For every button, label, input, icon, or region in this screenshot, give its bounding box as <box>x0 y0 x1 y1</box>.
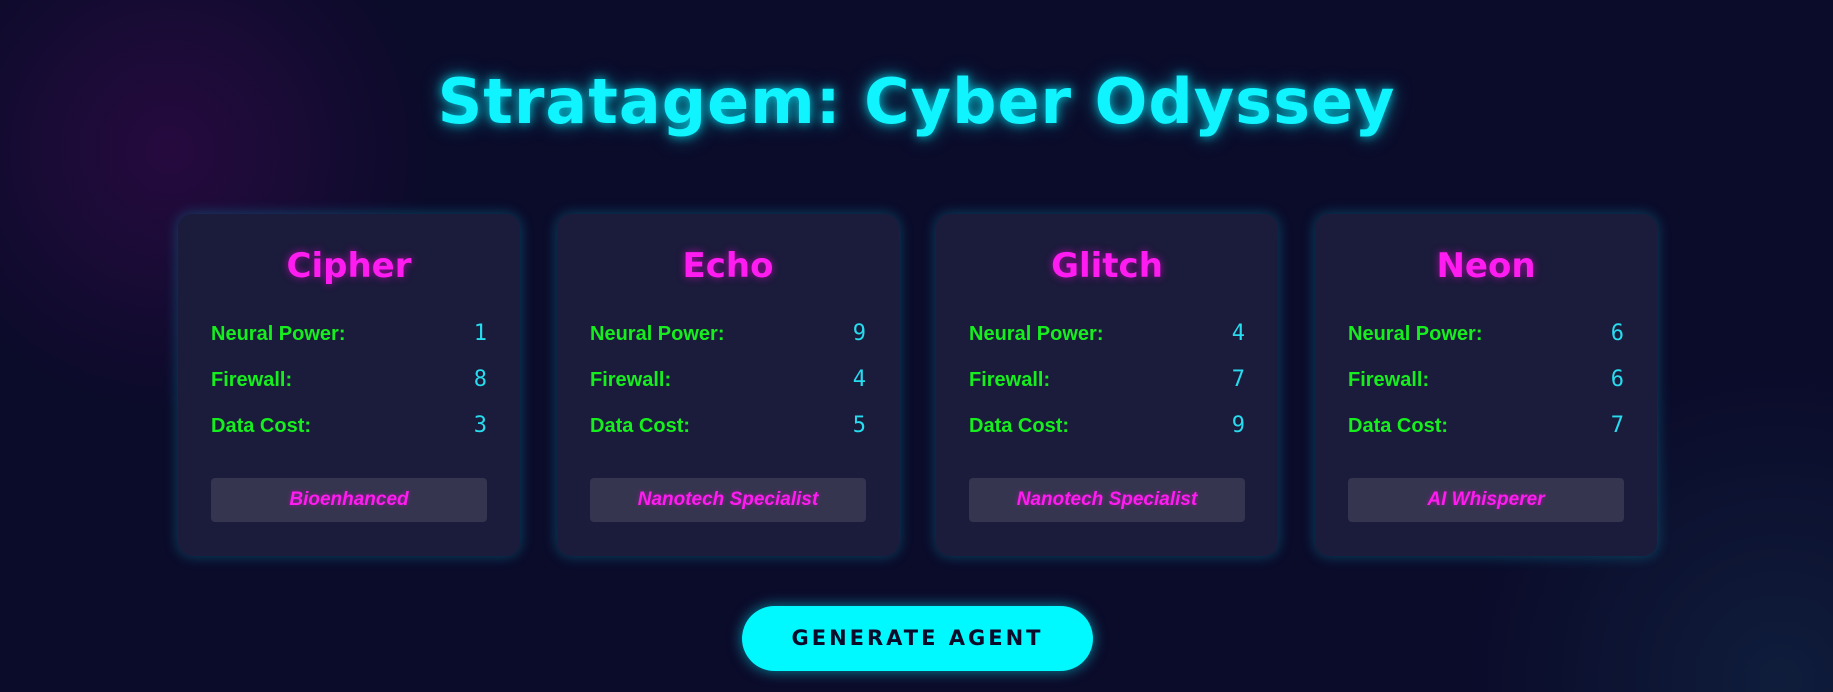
stat-row-firewall: Firewall: 8 <box>211 366 487 394</box>
stat-row-firewall: Firewall: 4 <box>590 366 866 394</box>
stat-value: 1 <box>473 321 487 346</box>
stat-value: 6 <box>1610 321 1624 346</box>
stat-value: 4 <box>852 367 866 392</box>
ability-badge: Nanotech Specialist <box>969 478 1245 522</box>
stat-value: 3 <box>473 413 487 438</box>
stat-value: 6 <box>1610 367 1624 392</box>
ability-badge: Nanotech Specialist <box>590 478 866 522</box>
agent-card-echo: Echo Neural Power: 9 Firewall: 4 Data Co… <box>557 214 899 556</box>
stat-row-neural-power: Neural Power: 1 <box>211 320 487 348</box>
stat-value: 9 <box>852 321 866 346</box>
stat-row-data-cost: Data Cost: 7 <box>1348 412 1624 440</box>
stat-value: 7 <box>1610 413 1624 438</box>
stat-label: Firewall: <box>969 369 1051 391</box>
stat-label: Neural Power: <box>590 323 725 345</box>
stat-row-data-cost: Data Cost: 3 <box>211 412 487 440</box>
agent-card-neon: Neon Neural Power: 6 Firewall: 6 Data Co… <box>1315 214 1657 556</box>
agent-name: Neon <box>1436 246 1536 286</box>
stat-label: Firewall: <box>1348 369 1430 391</box>
stat-label: Firewall: <box>211 369 293 391</box>
stat-value: 9 <box>1231 413 1245 438</box>
stat-label: Data Cost: <box>211 415 312 437</box>
page-title: Stratagem: Cyber Odyssey <box>437 65 1396 138</box>
agent-card-list: Cipher Neural Power: 1 Firewall: 8 Data … <box>178 214 1658 556</box>
generate-agent-button[interactable]: GENERATE AGENT <box>742 606 1093 671</box>
stat-value: 7 <box>1231 367 1245 392</box>
stat-value: 8 <box>473 367 487 392</box>
stat-row-neural-power: Neural Power: 9 <box>590 320 866 348</box>
stat-label: Firewall: <box>590 369 672 391</box>
stat-label: Data Cost: <box>590 415 691 437</box>
agent-name: Echo <box>682 246 774 286</box>
agent-card-cipher: Cipher Neural Power: 1 Firewall: 8 Data … <box>178 214 520 556</box>
ability-badge: Bioenhanced <box>211 478 487 522</box>
stat-value: 5 <box>852 413 866 438</box>
stat-label: Neural Power: <box>969 323 1104 345</box>
stat-row-firewall: Firewall: 7 <box>969 366 1245 394</box>
stat-row-data-cost: Data Cost: 9 <box>969 412 1245 440</box>
stat-label: Data Cost: <box>1348 415 1449 437</box>
stat-row-neural-power: Neural Power: 4 <box>969 320 1245 348</box>
stat-label: Neural Power: <box>1348 323 1483 345</box>
ability-badge: AI Whisperer <box>1348 478 1624 522</box>
stat-row-neural-power: Neural Power: 6 <box>1348 320 1624 348</box>
stat-label: Neural Power: <box>211 323 346 345</box>
agent-name: Glitch <box>1051 246 1163 286</box>
stat-value: 4 <box>1231 321 1245 346</box>
stat-row-firewall: Firewall: 6 <box>1348 366 1624 394</box>
stat-row-data-cost: Data Cost: 5 <box>590 412 866 440</box>
agent-name: Cipher <box>286 246 412 286</box>
agent-card-glitch: Glitch Neural Power: 4 Firewall: 7 Data … <box>936 214 1278 556</box>
stat-label: Data Cost: <box>969 415 1070 437</box>
